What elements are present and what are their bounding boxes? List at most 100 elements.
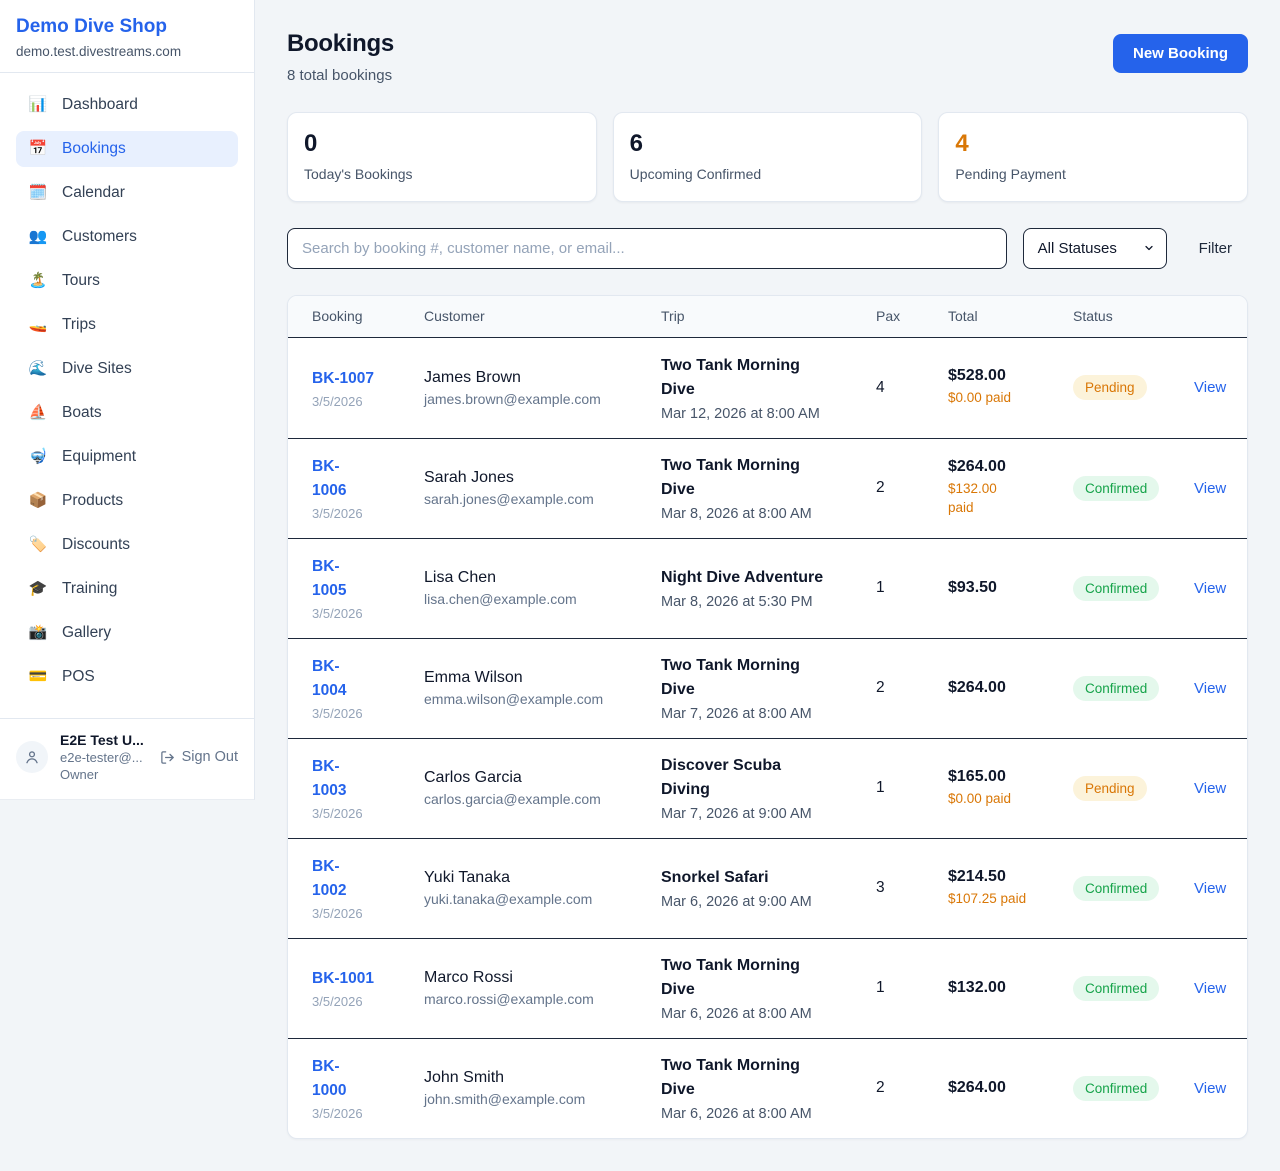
paid-amount: $0.00 paid (948, 389, 1073, 408)
booking-id-link[interactable]: BK- 1003 (312, 755, 424, 803)
pax-count: 1 (876, 779, 948, 797)
calendar-icon: 📅 (28, 141, 48, 156)
trip-name: Two Tank Morning Dive (661, 454, 876, 502)
booking-id-link[interactable]: BK-1007 (312, 367, 424, 391)
status-badge: Confirmed (1073, 576, 1159, 601)
total-amount: $264.00 (948, 1079, 1073, 1097)
view-link[interactable]: View (1194, 980, 1233, 997)
booking-id-link[interactable]: BK- 1006 (312, 455, 424, 503)
table-row: BK- 1003 3/5/2026 Carlos Garcia carlos.g… (288, 738, 1247, 838)
sidebar-item-boats[interactable]: ⛵ Boats (16, 395, 238, 431)
sidebar-item-label: Gallery (62, 624, 111, 642)
booking-date: 3/5/2026 (312, 506, 424, 521)
stat-label: Today's Bookings (304, 166, 580, 182)
pax-count: 4 (876, 379, 948, 397)
col-header-pax: Pax (876, 308, 948, 324)
booking-date: 3/5/2026 (312, 394, 424, 409)
sidebar-item-training[interactable]: 🎓 Training (16, 571, 238, 607)
customer-name: Lisa Chen (424, 569, 661, 587)
view-link[interactable]: View (1194, 1080, 1233, 1097)
col-header-status: Status (1073, 308, 1194, 324)
sidebar-item-label: Trips (62, 316, 96, 334)
filter-button[interactable]: Filter (1183, 240, 1248, 257)
sidebar-item-tours[interactable]: 🏝️ Tours (16, 263, 238, 299)
customer-name: Carlos Garcia (424, 769, 661, 787)
sidebar-item-dive-sites[interactable]: 🌊 Dive Sites (16, 351, 238, 387)
view-link[interactable]: View (1194, 480, 1233, 497)
trip-name: Discover Scuba Diving (661, 754, 876, 802)
status-filter-select[interactable]: All Statuses (1023, 228, 1167, 269)
customer-name: Yuki Tanaka (424, 869, 661, 887)
toolbar: All Statuses Filter (287, 228, 1248, 269)
status-badge: Confirmed (1073, 1076, 1159, 1101)
status-badge: Pending (1073, 375, 1147, 400)
customer-email: james.brown@example.com (424, 391, 661, 407)
view-link[interactable]: View (1194, 580, 1233, 597)
booking-id-link[interactable]: BK- 1000 (312, 1055, 424, 1103)
user-name: E2E Test U... (60, 732, 144, 748)
sidebar-item-discounts[interactable]: 🏷️ Discounts (16, 527, 238, 563)
sidebar-item-calendar[interactable]: 🗓️ Calendar (16, 175, 238, 211)
stat-card-todays-bookings: 0 Today's Bookings (287, 112, 597, 202)
page-title: Bookings (287, 30, 394, 58)
sign-out-label: Sign Out (182, 749, 238, 765)
table-row: BK- 1004 3/5/2026 Emma Wilson emma.wilso… (288, 638, 1247, 738)
pax-count: 1 (876, 579, 948, 597)
pax-count: 2 (876, 1079, 948, 1097)
sidebar-item-equipment[interactable]: 🤿 Equipment (16, 439, 238, 475)
page-subtitle: 8 total bookings (287, 67, 394, 84)
booking-id-link[interactable]: BK- 1002 (312, 855, 424, 903)
booking-date: 3/5/2026 (312, 706, 424, 721)
user-email: e2e-tester@... (60, 750, 144, 765)
sidebar-item-bookings[interactable]: 📅 Bookings (16, 131, 238, 167)
brand-name: Demo Dive Shop (16, 15, 238, 40)
sidebar-item-label: Discounts (62, 536, 130, 554)
status-filter-value: All Statuses (1038, 240, 1117, 257)
sidebar-item-gallery[interactable]: 📸 Gallery (16, 615, 238, 651)
speedboat-icon: 🚤 (28, 317, 48, 332)
booking-id-link[interactable]: BK- 1004 (312, 655, 424, 703)
status-badge: Confirmed (1073, 976, 1159, 1001)
sidebar-item-customers[interactable]: 👥 Customers (16, 219, 238, 255)
sailboat-icon: ⛵ (28, 405, 48, 420)
credit-card-icon: 💳 (28, 669, 48, 684)
view-link[interactable]: View (1194, 379, 1233, 396)
new-booking-button[interactable]: New Booking (1113, 34, 1248, 73)
island-icon: 🏝️ (28, 273, 48, 288)
sidebar-item-label: Boats (62, 404, 102, 422)
search-input[interactable] (287, 228, 1007, 269)
view-link[interactable]: View (1194, 680, 1233, 697)
customer-name: John Smith (424, 1069, 661, 1087)
view-link[interactable]: View (1194, 780, 1233, 797)
sidebar-item-label: Tours (62, 272, 100, 290)
trip-name: Two Tank Morning Dive (661, 354, 876, 402)
booking-id-link[interactable]: BK- 1005 (312, 555, 424, 603)
trip-name: Two Tank Morning Dive (661, 1054, 876, 1102)
sign-out-icon (160, 750, 175, 765)
table-header-row: Booking Customer Trip Pax Total Status (288, 296, 1247, 338)
sign-out-button[interactable]: Sign Out (160, 749, 238, 765)
customer-email: marco.rossi@example.com (424, 991, 661, 1007)
col-header-customer: Customer (424, 308, 661, 324)
sidebar-item-products[interactable]: 📦 Products (16, 483, 238, 519)
customer-email: john.smith@example.com (424, 1091, 661, 1107)
page-header: Bookings 8 total bookings New Booking (287, 30, 1248, 84)
trip-datetime: Mar 12, 2026 at 8:00 AM (661, 406, 876, 422)
trip-name: Two Tank Morning Dive (661, 954, 876, 1002)
table-row: BK- 1005 3/5/2026 Lisa Chen lisa.chen@ex… (288, 538, 1247, 638)
customer-name: Emma Wilson (424, 669, 661, 687)
booking-id-link[interactable]: BK-1001 (312, 967, 424, 991)
sidebar-item-trips[interactable]: 🚤 Trips (16, 307, 238, 343)
avatar (16, 741, 48, 773)
table-row: BK- 1002 3/5/2026 Yuki Tanaka yuki.tanak… (288, 838, 1247, 938)
table-row: BK- 1000 3/5/2026 John Smith john.smith@… (288, 1038, 1247, 1138)
booking-date: 3/5/2026 (312, 606, 424, 621)
graduation-cap-icon: 🎓 (28, 581, 48, 596)
sidebar: Demo Dive Shop demo.test.divestreams.com… (0, 0, 255, 800)
customer-email: carlos.garcia@example.com (424, 791, 661, 807)
view-link[interactable]: View (1194, 880, 1233, 897)
user-avatar-icon (24, 749, 40, 765)
customer-email: yuki.tanaka@example.com (424, 891, 661, 907)
sidebar-item-dashboard[interactable]: 📊 Dashboard (16, 87, 238, 123)
sidebar-item-pos[interactable]: 💳 POS (16, 659, 238, 695)
